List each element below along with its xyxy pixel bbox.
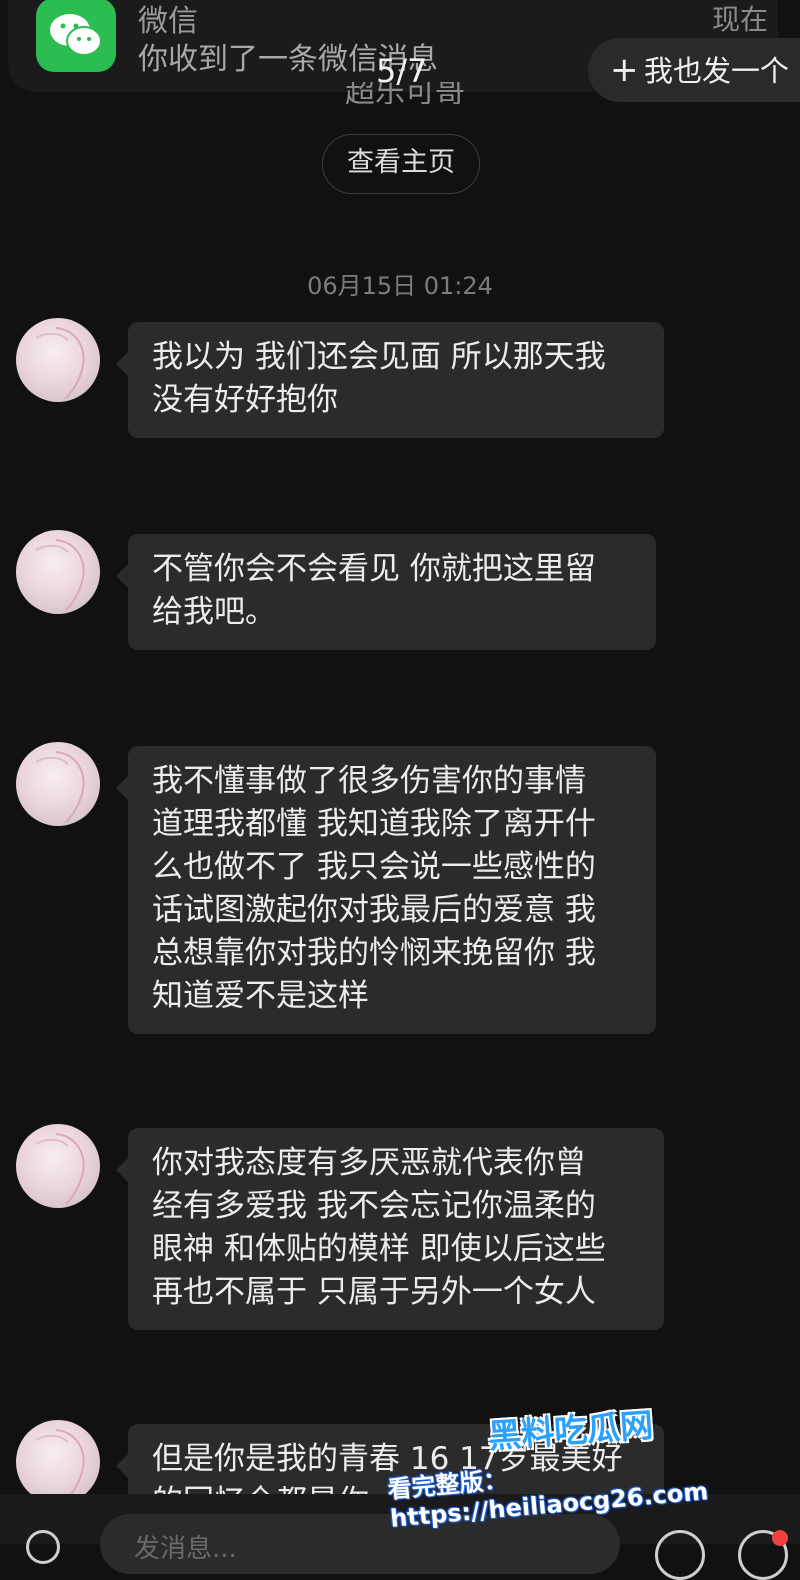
avatar[interactable] <box>16 1124 100 1208</box>
avatar[interactable] <box>16 318 100 402</box>
message-input[interactable]: 发消息... <box>100 1514 620 1574</box>
message-input-placeholder: 发消息... <box>134 1534 237 1564</box>
wechat-icon <box>36 0 116 72</box>
message-bubble[interactable]: 不管你会不会看见 你就把这里留 给我吧。 <box>116 534 656 650</box>
message-line: 总想靠你对我的怜悯来挽留你 我 <box>152 935 596 971</box>
plus-icon: + <box>610 50 639 90</box>
message-line: 眼神 和体贴的模样 即使以后这些 <box>152 1231 606 1267</box>
message-line: 经有多爱我 我不会忘记你温柔的 <box>152 1188 596 1224</box>
message-line: 不管你会不会看见 你就把这里留 <box>152 551 596 587</box>
view-home-button[interactable]: 查看主页 <box>322 134 480 194</box>
message-line: 道理我都懂 我知道我除了离开什 <box>152 806 596 842</box>
avatar[interactable] <box>16 530 100 614</box>
voice-icon[interactable] <box>26 1530 60 1564</box>
avatar[interactable] <box>16 742 100 826</box>
message-line: 你对我态度有多厌恶就代表你曾 <box>152 1145 586 1181</box>
chat-timestamp: 06月15日 01:24 <box>307 272 493 300</box>
message-line: 知道爱不是这样 <box>152 978 369 1014</box>
avatar[interactable] <box>16 1420 100 1504</box>
truncated-nickname: 超乐可哥 <box>345 82 465 104</box>
notification-time: 现在 <box>711 3 768 36</box>
message-bubble[interactable]: 你对我态度有多厌恶就代表你曾 经有多爱我 我不会忘记你温柔的 眼神 和体贴的模样… <box>116 1128 664 1330</box>
message-bubble[interactable]: 我不懂事做了很多伤害你的事情 道理我都懂 我知道我除了离开什 么也做不了 我只会… <box>116 746 656 1034</box>
message-line: 我不懂事做了很多伤害你的事情 <box>152 763 586 799</box>
message-line: 话试图激起你对我最后的爱意 我 <box>152 892 596 928</box>
message-line: 我以为 我们还会见面 所以那天我 <box>152 339 606 375</box>
emoji-icon[interactable] <box>655 1530 705 1580</box>
post-button-label: 我也发一个 <box>644 54 790 88</box>
message-line: 么也做不了 我只会说一些感性的 <box>152 849 596 885</box>
message-line: 给我吧。 <box>152 594 276 630</box>
message-line: 再也不属于 只属于另外一个女人 <box>152 1274 596 1310</box>
message-line: 没有好好抱你 <box>152 382 338 418</box>
message-bubble[interactable]: 我以为 我们还会见面 所以那天我 没有好好抱你 <box>116 322 664 438</box>
post-button[interactable]: + 我也发一个 <box>588 38 800 102</box>
